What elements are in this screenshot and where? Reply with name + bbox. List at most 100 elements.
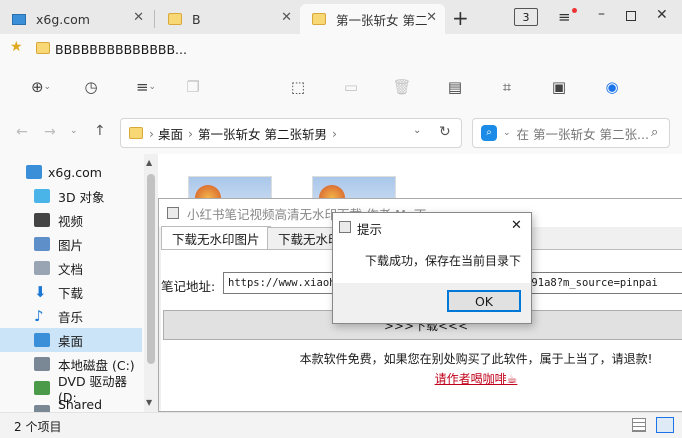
close-icon[interactable]: ✕ <box>133 10 144 25</box>
tab-active-folder[interactable]: 第一张斩女 第二 ✕ <box>300 4 445 34</box>
maximize-icon[interactable] <box>626 11 636 21</box>
copy-icon[interactable]: ❐ <box>178 74 208 100</box>
download-icon: ⬇ <box>34 283 47 301</box>
folder-icon <box>129 127 143 139</box>
app-icon <box>167 207 179 219</box>
chevron-right-icon: › <box>188 125 194 141</box>
sidebar-item-shared[interactable]: Shared Folders <box>0 397 142 412</box>
dialog-title: 提示 <box>357 222 383 237</box>
music-icon: ♪ <box>34 307 44 325</box>
chevron-down-icon[interactable]: ⌄ <box>70 126 78 136</box>
thumbnail-view-icon[interactable] <box>656 417 674 433</box>
folder-icon <box>312 13 326 25</box>
sidebar-item-music[interactable]: ♪ 音乐 <box>0 304 142 328</box>
sidebar-item-documents[interactable]: 文档 <box>0 256 142 280</box>
message-dialog: 提示 ✕ 下载成功，保存在当前目录下 OK <box>332 212 532 324</box>
drive-icon <box>34 357 50 371</box>
close-icon[interactable]: ✕ <box>511 218 522 233</box>
notice-text: 本款软件免费，如果您在别处购买了此软件，属于上当了，请退款! <box>299 352 653 366</box>
folder-icon <box>36 42 50 54</box>
folder-icon <box>168 13 182 25</box>
shared-folder-icon <box>34 405 50 412</box>
new-tab-button[interactable]: + <box>452 6 469 30</box>
forward-icon[interactable]: → <box>44 124 56 140</box>
item-count: 2 个项目 <box>14 420 62 434</box>
url-label: 笔记地址: <box>161 279 216 294</box>
app-icon <box>339 221 351 233</box>
dialog-body: 下载成功，保存在当前目录下 <box>333 241 531 283</box>
dvd-icon <box>34 381 50 395</box>
chevron-down-icon[interactable]: ⌄ <box>413 125 421 136</box>
dialog-titlebar: 提示 ✕ <box>333 213 531 241</box>
tab-bar: x6g.com ✕ B ✕ 第一张斩女 第二 ✕ + 3 ≡ – ✕ <box>0 0 682 34</box>
save-icon[interactable]: ▣ <box>544 74 574 100</box>
tab-label: x6g.com <box>36 11 90 27</box>
computer-icon <box>26 165 42 179</box>
crop-icon[interactable]: ⌗ <box>492 74 522 100</box>
sidebar-item-pictures[interactable]: 图片 <box>0 232 142 256</box>
minimize-icon[interactable]: – <box>598 6 605 22</box>
video-icon <box>34 213 50 227</box>
scroll-down-icon[interactable]: ▼ <box>146 398 152 407</box>
view-menu-icon[interactable]: ≡ ⌄ <box>131 74 161 100</box>
breadcrumb-desktop[interactable]: 桌面 <box>158 124 183 143</box>
ok-label: OK <box>474 293 494 309</box>
close-window-icon[interactable]: ✕ <box>656 7 668 23</box>
sidebar-item-3d[interactable]: 3D 对象 <box>0 184 142 208</box>
bookmark-item[interactable]: BBBBBBBBBBBBBB... <box>36 42 187 57</box>
edge-icon[interactable]: ◉ <box>597 74 627 100</box>
tab-x6g[interactable]: x6g.com ✕ <box>0 4 152 34</box>
sidebar-item-x6g[interactable]: x6g.com <box>0 160 142 184</box>
breadcrumb-folder[interactable]: 第一张斩女 第二张斩男 <box>198 124 327 143</box>
close-icon[interactable]: ✕ <box>281 10 292 25</box>
properties-icon[interactable]: ▤ <box>440 74 470 100</box>
bookmark-bar: ★ BBBBBBBBBBBBBB... <box>0 34 682 62</box>
back-icon[interactable]: ← <box>16 124 28 140</box>
sidebar-item-video[interactable]: 视频 <box>0 208 142 232</box>
sidebar-scrollbar[interactable]: ▲ ▼ <box>144 154 158 412</box>
tab-divider <box>154 10 155 28</box>
tab-label: B <box>192 11 201 27</box>
picture-icon <box>34 237 50 251</box>
magnifier-icon[interactable]: ⌕ <box>651 125 658 140</box>
paste-icon[interactable]: ▭ <box>336 74 366 100</box>
chevron-down-icon[interactable]: ⌄ <box>503 128 511 138</box>
tab-label: 下载无水印图片 <box>172 232 260 247</box>
explorer-toolbar: ⊕ ⌄ ◷ ≡ ⌄ ❐ ⬚ ▭ 🗑 ▤ ⌗ ▣ ◉ <box>0 62 682 114</box>
chevron-right-icon: › <box>149 125 154 141</box>
tab-image-download[interactable]: 下载无水印图片 <box>161 226 271 250</box>
close-icon[interactable]: ✕ <box>426 10 437 25</box>
sidebar-item-downloads[interactable]: ⬇ 下载 <box>0 280 142 304</box>
bookmark-label: BBBBBBBBBBBBBB... <box>55 42 187 57</box>
ok-button[interactable]: OK <box>447 290 521 312</box>
select-icon[interactable]: ⬚ <box>283 74 313 100</box>
document-icon <box>34 261 50 275</box>
refresh-icon[interactable]: ↻ <box>439 124 451 140</box>
notification-dot <box>572 8 577 13</box>
status-bar: 2 个项目 <box>0 412 682 438</box>
desktop-icon <box>34 333 50 347</box>
search-box[interactable]: ⌕ ⌄ 在 第一张斩女 第二张... ⌕ <box>472 118 670 148</box>
clock-icon[interactable]: ◷ <box>76 74 106 100</box>
chevron-right-icon: › <box>332 125 337 141</box>
monitor-icon <box>12 13 26 25</box>
scrollbar-thumb[interactable] <box>147 174 155 364</box>
new-icon[interactable]: ⊕ ⌄ <box>26 74 56 100</box>
sidebar-item-desktop[interactable]: 桌面 <box>0 328 142 352</box>
search-icon: ⌕ <box>481 125 497 141</box>
details-view-icon[interactable] <box>632 418 646 432</box>
cube-icon <box>34 189 50 203</box>
tab-label: 第一张斩女 第二 <box>336 12 428 28</box>
sidebar: x6g.com 3D 对象 视频 图片 文档 ⬇ 下载 ♪ 音乐 桌面 本地磁盘 (… <box>0 154 158 412</box>
star-icon[interactable]: ★ <box>10 39 23 55</box>
address-bar[interactable]: › 桌面 › 第一张斩女 第二张斩男 › ⌄ ↻ <box>120 118 462 148</box>
coffee-link[interactable]: 请作者喝咖啡☕ <box>161 370 682 387</box>
up-icon[interactable]: ↑ <box>94 123 106 139</box>
tab-b[interactable]: B ✕ <box>156 4 300 34</box>
dialog-message: 下载成功，保存在当前目录下 <box>365 254 522 268</box>
delete-icon[interactable]: 🗑 <box>387 74 417 100</box>
menu-icon[interactable]: ≡ <box>558 8 571 26</box>
tab-count-badge[interactable]: 3 <box>514 8 538 26</box>
search-placeholder: 在 第一张斩女 第二张... <box>516 126 649 142</box>
scroll-up-icon[interactable]: ▲ <box>146 158 152 167</box>
